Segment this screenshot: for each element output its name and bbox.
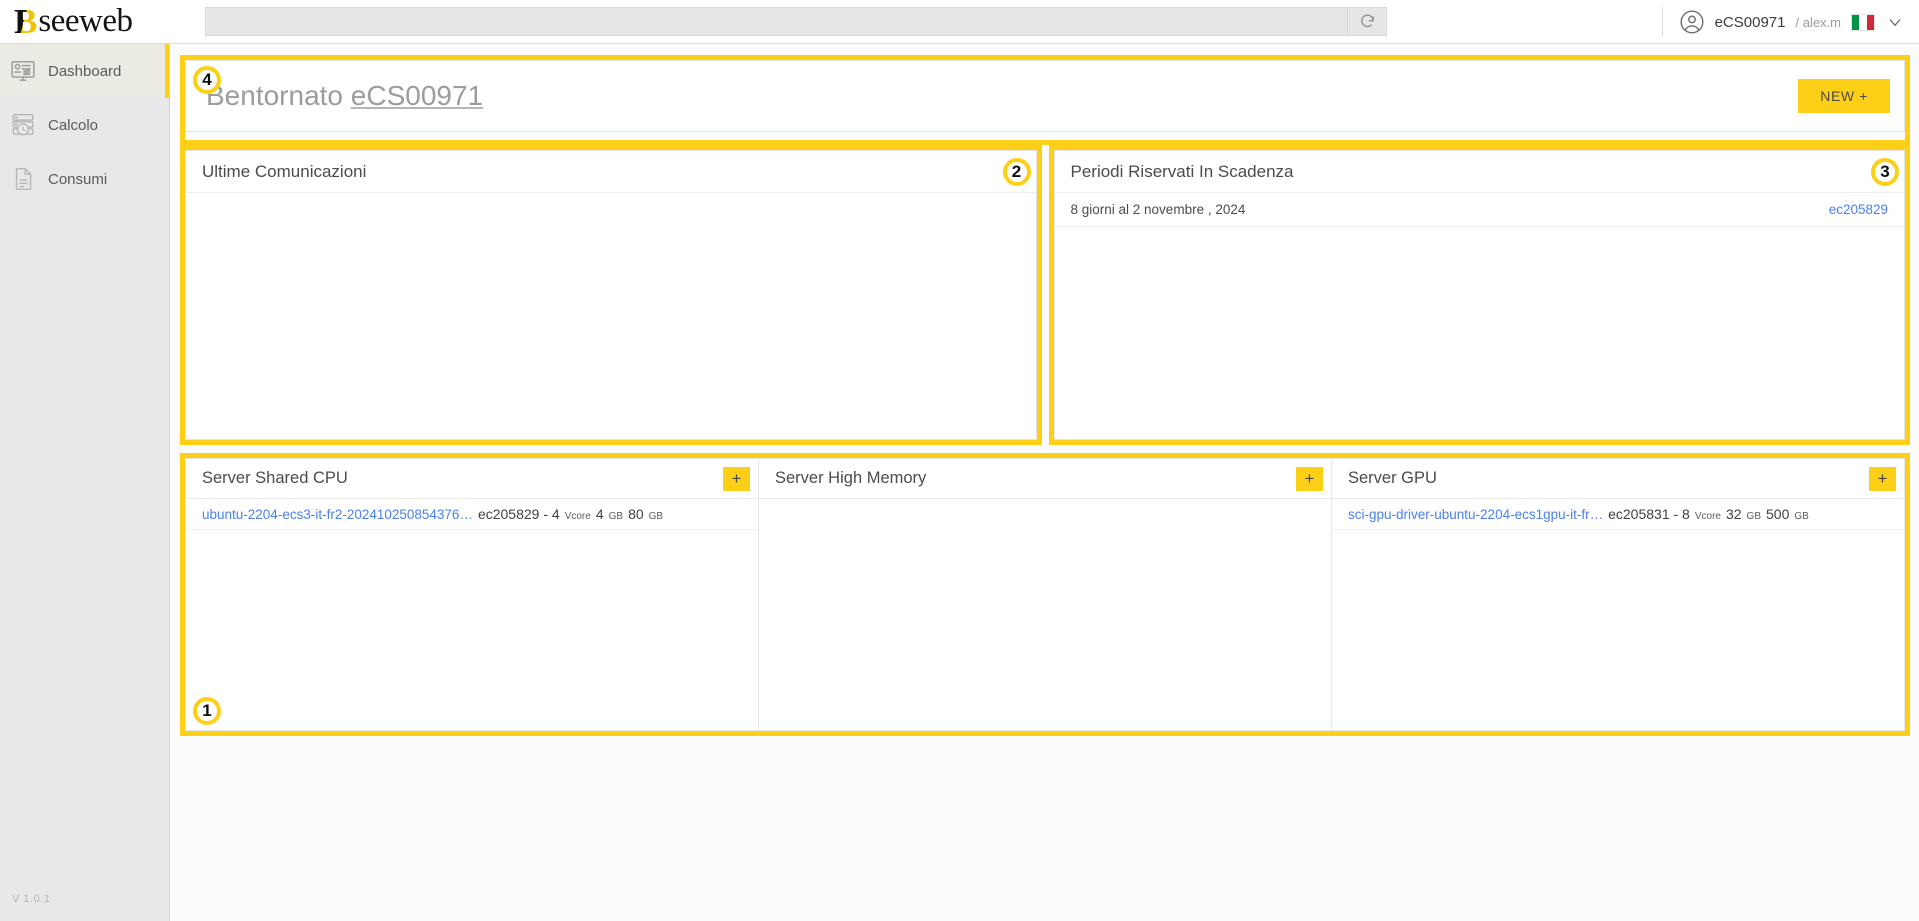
reserved-periods-body: 8 giorni al 2 novembre , 2024 ec205829 bbox=[1054, 193, 1904, 439]
expiry-text: 8 giorni al 2 novembre , 2024 bbox=[1070, 202, 1246, 217]
server-high-memory-card: Server High Memory + bbox=[759, 458, 1332, 731]
disk-unit: GB bbox=[648, 511, 664, 522]
sidebar-item-calcolo[interactable]: Calcolo bbox=[0, 98, 169, 152]
server-gpu-card: Server GPU + sci-gpu-driver-ubuntu-2204-… bbox=[1332, 458, 1905, 731]
page-title: Bentornato eCS00971 bbox=[206, 80, 483, 112]
welcome-annotation: 4 Bentornato eCS00971 NEW + bbox=[180, 55, 1910, 145]
sidebar: Dashboard Calcolo Consumi V 1.0.1 bbox=[0, 44, 170, 921]
account-area: eCS00971 / alex.m bbox=[1661, 0, 1905, 44]
top-bar: B seeweb eCS00971 / alex.m bbox=[0, 0, 1919, 44]
server-id-vcore: ec205831 - 8 bbox=[1608, 506, 1690, 522]
server-name-link[interactable]: ubuntu-2204-ecs3-it-fr2-202410250854376… bbox=[202, 507, 473, 522]
server-clock-icon bbox=[10, 112, 36, 138]
vcore-unit: Vcore bbox=[564, 511, 591, 522]
brand-logo[interactable]: B seeweb bbox=[0, 0, 170, 44]
welcome-account: eCS00971 bbox=[350, 80, 484, 111]
table-row: sci-gpu-driver-ubuntu-2204-ecs1gpu-it-fr… bbox=[1332, 499, 1904, 530]
servers-row: 1 Server Shared CPU + ubuntu-2204-ecs3-i… bbox=[180, 453, 1910, 736]
search-input[interactable] bbox=[205, 7, 1347, 36]
server-gpu-header: Server GPU + bbox=[1332, 459, 1904, 499]
server-high-memory-body bbox=[759, 499, 1331, 730]
panels-row: 2 Ultime Comunicazioni 3 Periodi Riserva… bbox=[180, 145, 1910, 445]
dashboard-icon bbox=[10, 58, 36, 84]
server-card-title: Server High Memory bbox=[775, 469, 927, 487]
new-button[interactable]: NEW + bbox=[1798, 79, 1890, 113]
server-link[interactable]: ec205829 bbox=[1829, 202, 1888, 217]
server-id-vcore: ec205829 - 4 bbox=[477, 506, 560, 522]
document-icon bbox=[10, 166, 36, 192]
server-disk: 80 bbox=[628, 506, 644, 522]
servers-annotation: 1 Server Shared CPU + ubuntu-2204-ecs3-i… bbox=[180, 453, 1910, 736]
list-item: 8 giorni al 2 novembre , 2024 ec205829 bbox=[1054, 193, 1904, 227]
communications-card: Ultime Comunicazioni bbox=[185, 150, 1037, 440]
seeweb-logo-icon: B bbox=[14, 2, 38, 41]
communications-header: Ultime Comunicazioni bbox=[186, 151, 1036, 193]
server-disk: 500 bbox=[1766, 506, 1790, 522]
annotation-badge-2: 2 bbox=[1002, 158, 1031, 186]
add-high-memory-button[interactable]: + bbox=[1296, 466, 1323, 491]
chevron-down-icon[interactable] bbox=[1885, 12, 1905, 32]
reserved-periods-title: Periodi Riservati In Scadenza bbox=[1070, 161, 1294, 181]
add-gpu-button[interactable]: + bbox=[1869, 466, 1896, 491]
disk-unit: GB bbox=[1794, 511, 1809, 522]
account-username: / alex.m bbox=[1795, 14, 1841, 30]
server-name-link[interactable]: sci-gpu-driver-ubuntu-2204-ecs1gpu-it-fr… bbox=[1348, 507, 1603, 522]
divider bbox=[1661, 7, 1663, 37]
brand-name: seeweb bbox=[38, 3, 133, 39]
vcore-unit: Vcore bbox=[1694, 511, 1721, 522]
server-gpu-body bbox=[1332, 530, 1904, 730]
annotation-badge-1: 1 bbox=[193, 697, 221, 725]
communications-title: Ultime Comunicazioni bbox=[202, 161, 367, 181]
table-row: ubuntu-2204-ecs3-it-fr2-202410250854376…… bbox=[186, 499, 758, 530]
refresh-icon[interactable] bbox=[1347, 7, 1387, 36]
reserved-periods-header: Periodi Riservati In Scadenza bbox=[1054, 151, 1904, 193]
welcome-banner: Bentornato eCS00971 NEW + bbox=[185, 60, 1905, 132]
server-shared-cpu-card: Server Shared CPU + ubuntu-2204-ecs3-it-… bbox=[185, 458, 759, 731]
sidebar-item-label: Dashboard bbox=[48, 62, 122, 80]
server-high-memory-header: Server High Memory + bbox=[759, 459, 1331, 499]
server-shared-cpu-header: Server Shared CPU + bbox=[186, 459, 758, 499]
communications-body bbox=[186, 193, 1036, 439]
server-ram: 4 bbox=[595, 506, 604, 522]
app-version: V 1.0.1 bbox=[12, 893, 51, 905]
welcome-greeting: Bentornato bbox=[206, 80, 351, 111]
italy-flag-icon bbox=[1851, 13, 1875, 31]
sidebar-item-dashboard[interactable]: Dashboard bbox=[0, 44, 169, 98]
main-content: 4 Bentornato eCS00971 NEW + 2 Ultime Com… bbox=[171, 44, 1919, 921]
server-ram: 32 bbox=[1725, 506, 1742, 522]
annotation-badge-3: 3 bbox=[1871, 158, 1899, 186]
account-id: eCS00971 bbox=[1714, 13, 1786, 31]
ram-unit: GB bbox=[608, 511, 624, 522]
server-shared-cpu-body bbox=[186, 530, 758, 730]
reserved-periods-annotation: 3 Periodi Riservati In Scadenza 8 giorni… bbox=[1048, 145, 1910, 445]
search-bar[interactable] bbox=[205, 7, 1387, 36]
avatar-icon bbox=[1679, 9, 1705, 35]
sidebar-item-label: Consumi bbox=[48, 170, 108, 188]
communications-annotation: 2 Ultime Comunicazioni bbox=[180, 145, 1042, 445]
sidebar-item-consumi[interactable]: Consumi bbox=[0, 152, 169, 206]
reserved-periods-card: Periodi Riservati In Scadenza 8 giorni a… bbox=[1053, 150, 1905, 440]
ram-unit: GB bbox=[1746, 511, 1761, 522]
sidebar-item-label: Calcolo bbox=[48, 116, 99, 134]
server-card-title: Server Shared CPU bbox=[202, 469, 348, 487]
server-card-title: Server GPU bbox=[1348, 469, 1437, 487]
annotation-badge-4: 4 bbox=[193, 66, 221, 94]
add-shared-cpu-button[interactable]: + bbox=[723, 466, 750, 491]
